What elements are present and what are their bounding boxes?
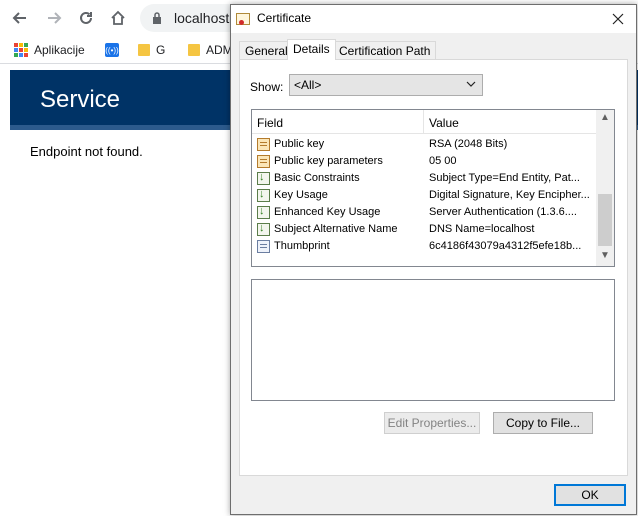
- field-detail-box[interactable]: [251, 279, 615, 401]
- list-rows: Public key RSA (2048 Bits) Public key pa…: [252, 136, 596, 255]
- field-value: RSA (2048 Bits): [429, 138, 508, 150]
- field-name: Key Usage: [274, 189, 328, 201]
- list-item[interactable]: Key Usage Digital Signature, Key Enciphe…: [252, 187, 596, 204]
- list-scrollbar[interactable]: ▲ ▼: [596, 110, 614, 266]
- column-header-field[interactable]: Field: [257, 116, 283, 130]
- bookmark-radio[interactable]: ((•)): [105, 41, 119, 59]
- extension-icon: [257, 222, 270, 236]
- back-arrow-icon[interactable]: [8, 6, 32, 30]
- field-value: 05 00: [429, 155, 457, 167]
- ok-button[interactable]: OK: [554, 484, 626, 506]
- bookmark-folder-g[interactable]: G: [138, 41, 165, 59]
- close-icon[interactable]: [608, 9, 628, 29]
- scroll-up-icon[interactable]: ▲: [600, 112, 610, 123]
- tab-general[interactable]: General: [239, 41, 294, 59]
- bookmark-label: ADM: [206, 43, 233, 57]
- field-value: Server Authentication (1.3.6....: [429, 206, 577, 218]
- document-icon: [257, 138, 270, 151]
- field-value: 6c4186f43079a4312f5efe18b...: [429, 240, 582, 252]
- show-dropdown-value: <All>: [294, 78, 322, 92]
- chevron-down-icon: [466, 78, 476, 92]
- extension-icon: [257, 205, 270, 219]
- extension-icon: [257, 171, 270, 185]
- document-icon: [257, 155, 270, 168]
- show-dropdown[interactable]: <All>: [289, 74, 483, 96]
- column-header-value[interactable]: Value: [429, 116, 459, 130]
- field-name: Enhanced Key Usage: [274, 206, 381, 218]
- field-value: Digital Signature, Key Encipher...: [429, 189, 590, 201]
- reload-icon[interactable]: [74, 6, 98, 30]
- certificate-icon: [236, 13, 250, 25]
- certificate-dialog: Certificate General Details Certificatio…: [230, 4, 637, 515]
- extension-icon: [257, 188, 270, 202]
- dialog-title: Certificate: [257, 11, 312, 25]
- page-message: Endpoint not found.: [30, 144, 143, 159]
- list-item[interactable]: Thumbprint 6c4186f43079a4312f5efe18b...: [252, 238, 596, 255]
- field-name: Thumbprint: [274, 240, 330, 252]
- field-name: Subject Alternative Name: [274, 223, 398, 235]
- scroll-down-icon[interactable]: ▼: [600, 250, 610, 261]
- field-value: Subject Type=End Entity, Pat...: [429, 172, 580, 184]
- list-item[interactable]: Public key RSA (2048 Bits): [252, 136, 596, 153]
- bookmark-apps[interactable]: Aplikacije: [14, 41, 85, 59]
- copy-to-file-button[interactable]: Copy to File...: [493, 412, 593, 434]
- lock-icon[interactable]: [152, 12, 162, 27]
- list-header: Field Value: [252, 110, 596, 134]
- field-name: Public key: [274, 138, 325, 150]
- field-name: Basic Constraints: [274, 172, 360, 184]
- tab-certification-path[interactable]: Certification Path: [333, 41, 437, 59]
- field-list[interactable]: Field Value Public key RSA (2048 Bits) P…: [251, 109, 615, 267]
- radio-icon: ((•)): [105, 43, 119, 57]
- bookmark-label: G: [156, 43, 166, 57]
- url-text: localhost: [174, 10, 230, 26]
- show-label: Show:: [250, 80, 284, 94]
- list-item[interactable]: Basic Constraints Subject Type=End Entit…: [252, 170, 596, 187]
- apps-grid-icon: [14, 43, 28, 57]
- page-title: Service: [40, 86, 121, 113]
- bookmark-folder-adm[interactable]: ADM: [188, 41, 233, 59]
- dialog-titlebar[interactable]: Certificate: [231, 5, 636, 33]
- folder-icon: [188, 44, 200, 56]
- list-item[interactable]: Enhanced Key Usage Server Authentication…: [252, 204, 596, 221]
- list-item[interactable]: Public key parameters 05 00: [252, 153, 596, 170]
- field-name: Public key parameters: [274, 155, 383, 167]
- forward-arrow-icon[interactable]: [42, 6, 66, 30]
- bookmark-label: Aplikacije: [34, 43, 85, 57]
- scrollbar-thumb[interactable]: [598, 194, 612, 246]
- list-item[interactable]: Subject Alternative Name DNS Name=localh…: [252, 221, 596, 238]
- field-value: DNS Name=localhost: [429, 223, 535, 235]
- home-icon[interactable]: [106, 6, 130, 30]
- folder-icon: [138, 44, 150, 56]
- thumbprint-icon: [257, 240, 270, 253]
- edit-properties-button[interactable]: Edit Properties...: [384, 412, 480, 434]
- details-panel: Show: <All> Field Value Public key RSA (…: [239, 59, 628, 476]
- column-divider[interactable]: [423, 110, 424, 134]
- tab-details[interactable]: Details: [287, 39, 336, 60]
